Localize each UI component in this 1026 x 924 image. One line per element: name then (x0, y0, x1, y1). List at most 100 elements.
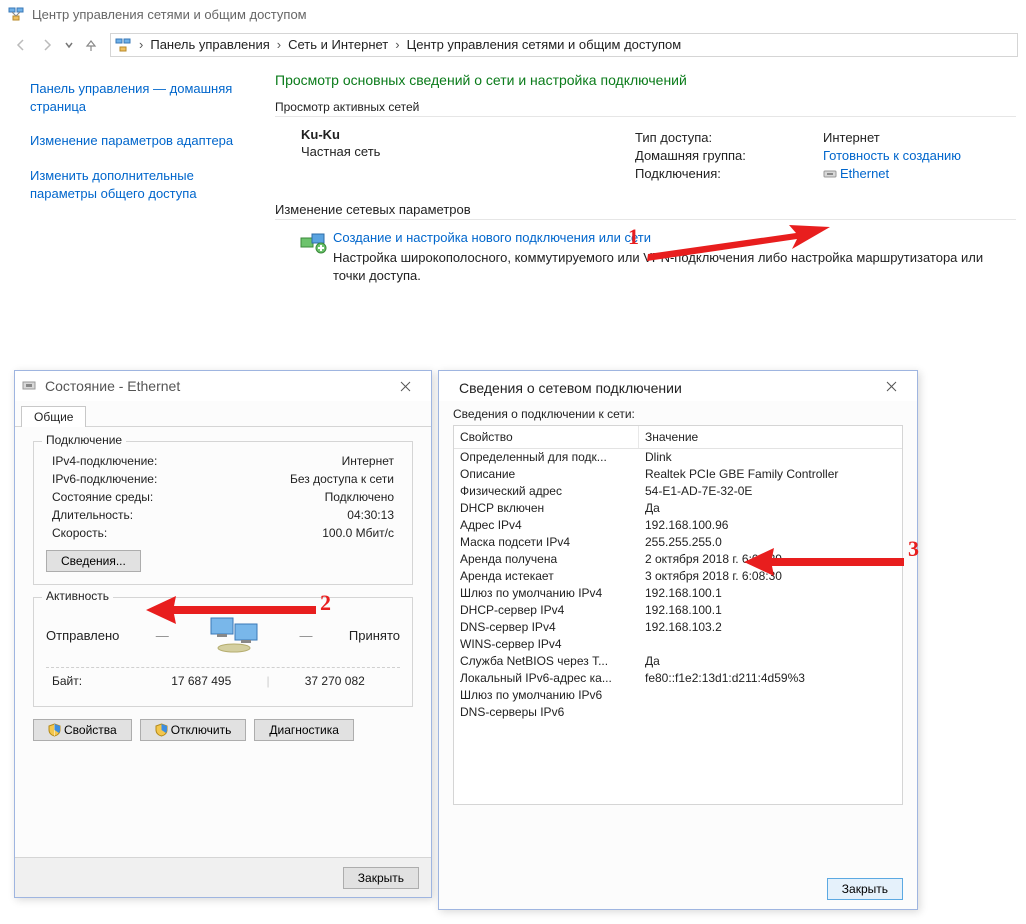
properties-button[interactable]: Свойства (33, 719, 132, 741)
status-window: Состояние - Ethernet Общие Подключение I… (14, 370, 432, 898)
speed-label: Скорость: (46, 526, 322, 540)
table-row[interactable]: DHCP включенДа (454, 500, 902, 517)
value-cell: 192.168.100.1 (639, 602, 902, 619)
sidebar-link-home[interactable]: Панель управления — домашняя страница (30, 80, 257, 116)
ethernet-link-text: Ethernet (840, 166, 889, 181)
value-cell: 54-E1-AD-7E-32-0E (639, 483, 902, 500)
activity-fieldset: Активность Отправлено — — Принято (33, 597, 413, 707)
property-cell: Аренда истекает (454, 568, 639, 585)
value-cell: 192.168.100.96 (639, 517, 902, 534)
table-row[interactable]: Служба NetBIOS через T...Да (454, 653, 902, 670)
ipv6-label: IPv6-подключение: (46, 472, 290, 486)
ipv6-value: Без доступа к сети (290, 472, 400, 486)
ethernet-status-icon (21, 378, 37, 394)
properties-button-label: Свойства (64, 723, 117, 737)
table-row[interactable]: WINS-сервер IPv4 (454, 636, 902, 653)
crumb-sep[interactable]: › (135, 37, 147, 52)
disable-button-label: Отключить (171, 723, 232, 737)
access-type-value: Интернет (823, 130, 880, 145)
status-window-title: Состояние - Ethernet (45, 378, 385, 394)
address-bar[interactable]: › Панель управления › Сеть и Интернет › … (110, 33, 1018, 57)
back-button[interactable] (10, 34, 32, 56)
value-cell (639, 704, 902, 721)
crumb-leaf[interactable]: Центр управления сетями и общим доступом (404, 37, 685, 52)
navigation-bar: › Панель управления › Сеть и Интернет › … (0, 28, 1026, 62)
property-cell: DNS-серверы IPv6 (454, 704, 639, 721)
sent-label: Отправлено (46, 628, 119, 643)
annotation-number-2: 2 (320, 590, 331, 616)
homegroup-link[interactable]: Готовность к созданию (823, 148, 961, 163)
ethernet-connection-link[interactable]: Ethernet (823, 166, 889, 181)
property-cell: Локальный IPv6-адрес ка... (454, 670, 639, 687)
diagnose-button[interactable]: Диагностика (254, 719, 354, 741)
property-cell: DNS-сервер IPv4 (454, 619, 639, 636)
network-center-icon (115, 37, 131, 53)
up-button[interactable] (80, 34, 102, 56)
value-cell (639, 636, 902, 653)
details-button[interactable]: Сведения... (46, 550, 141, 572)
crumb-root[interactable]: Панель управления (147, 37, 272, 52)
table-row[interactable]: Шлюз по умолчанию IPv6 (454, 687, 902, 704)
close-button[interactable] (385, 375, 425, 397)
window-title-text: Центр управления сетями и общим доступом (32, 7, 307, 22)
close-button[interactable]: Закрыть (343, 867, 419, 889)
table-row[interactable]: DHCP-сервер IPv4192.168.100.1 (454, 602, 902, 619)
value-cell (639, 687, 902, 704)
duration-value: 04:30:13 (347, 508, 400, 522)
sidebar-link-sharing[interactable]: Изменить дополнительные параметры общего… (30, 167, 257, 203)
table-row[interactable]: Определенный для подк...Dlink (454, 449, 902, 466)
new-connection-link[interactable]: Создание и настройка нового подключения … (333, 230, 1016, 245)
value-cell: Realtek PCIe GBE Family Controller (639, 466, 902, 483)
value-cell: 255.255.255.0 (639, 534, 902, 551)
shield-icon (155, 723, 168, 737)
table-row[interactable]: Физический адрес54-E1-AD-7E-32-0E (454, 483, 902, 500)
table-row[interactable]: ОписаниеRealtek PCIe GBE Family Controll… (454, 466, 902, 483)
details-window: Сведения о сетевом подключении Сведения … (438, 370, 918, 910)
received-label: Принято (349, 628, 400, 643)
ipv4-label: IPv4-подключение: (46, 454, 342, 468)
details-table: Свойство Значение Определенный для подк.… (453, 425, 903, 805)
sidebar-link-adapter[interactable]: Изменение параметров адаптера (30, 132, 257, 150)
activity-fieldset-label: Активность (42, 589, 113, 603)
table-row[interactable]: Адрес IPv4192.168.100.96 (454, 517, 902, 534)
table-row[interactable]: Аренда получена2 октября 2018 г. 6:08:29 (454, 551, 902, 568)
crumb-mid[interactable]: Сеть и Интернет (285, 37, 391, 52)
ipv4-value: Интернет (342, 454, 400, 468)
forward-button[interactable] (36, 34, 58, 56)
disable-button[interactable]: Отключить (140, 719, 247, 741)
value-cell: Да (639, 500, 902, 517)
group-networks-heading: Просмотр активных сетей (275, 100, 1016, 117)
crumb-sep[interactable]: › (273, 37, 285, 52)
new-connection-desc: Настройка широкополосного, коммутируемог… (333, 249, 1016, 285)
property-cell: Аренда получена (454, 551, 639, 568)
speed-value: 100.0 Мбит/с (322, 526, 400, 540)
close-button[interactable] (871, 375, 911, 397)
property-cell: Адрес IPv4 (454, 517, 639, 534)
table-row[interactable]: Локальный IPv6-адрес ка...fe80::f1e2:13d… (454, 670, 902, 687)
value-cell: fe80::f1e2:13d1:d211:4d59%3 (639, 670, 902, 687)
annotation-number-3: 3 (908, 536, 919, 562)
property-cell: WINS-сервер IPv4 (454, 636, 639, 653)
close-button[interactable]: Закрыть (827, 878, 903, 900)
table-row[interactable]: Шлюз по умолчанию IPv4192.168.100.1 (454, 585, 902, 602)
table-row[interactable]: Маска подсети IPv4255.255.255.0 (454, 534, 902, 551)
table-row[interactable]: DNS-серверы IPv6 (454, 704, 902, 721)
property-cell: Физический адрес (454, 483, 639, 500)
property-cell: Описание (454, 466, 639, 483)
tab-general[interactable]: Общие (21, 406, 86, 427)
activity-computers-icon (205, 614, 263, 657)
bytes-label: Байт: (46, 674, 136, 688)
column-value-header[interactable]: Значение (639, 426, 902, 448)
annotation-number-1: 1 (628, 224, 639, 250)
sent-bytes: 17 687 495 (136, 674, 266, 688)
page-title: Просмотр основных сведений о сети и наст… (275, 72, 1016, 88)
crumb-sep[interactable]: › (391, 37, 403, 52)
table-row[interactable]: DNS-сервер IPv4192.168.103.2 (454, 619, 902, 636)
value-cell: Dlink (639, 449, 902, 466)
value-cell: 2 октября 2018 г. 6:08:29 (639, 551, 902, 568)
table-row[interactable]: Аренда истекает3 октября 2018 г. 6:08:30 (454, 568, 902, 585)
network-name: Ku-Ku (301, 127, 635, 142)
recent-locations-button[interactable] (60, 34, 78, 56)
column-property-header[interactable]: Свойство (454, 426, 639, 448)
network-center-icon (8, 6, 24, 22)
